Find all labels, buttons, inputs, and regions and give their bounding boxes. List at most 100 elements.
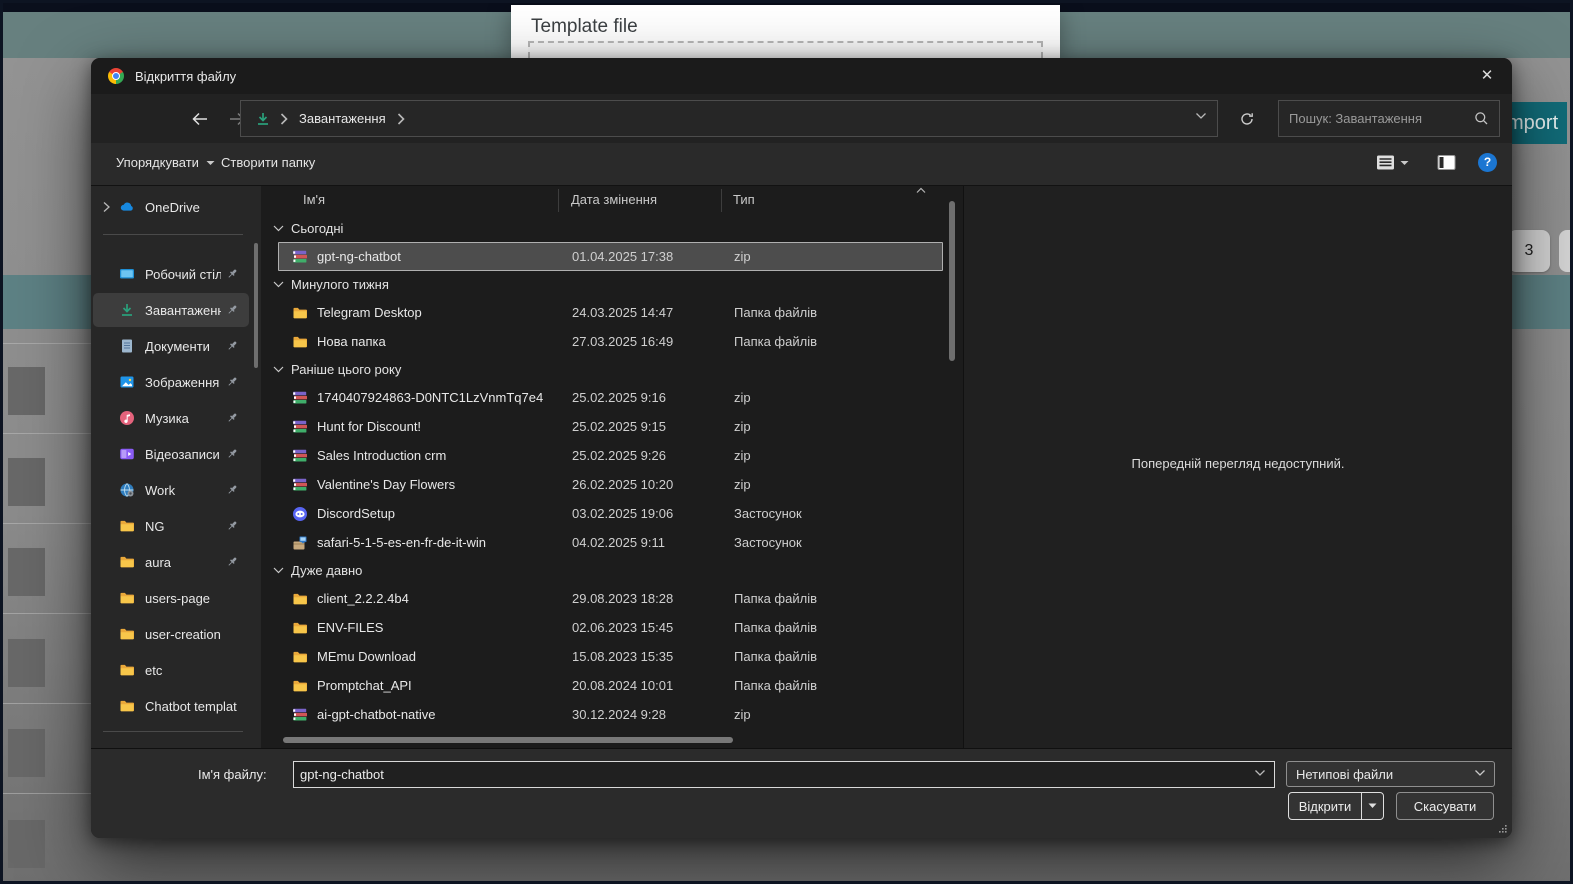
sidebar-item-0-onedrive[interactable]: OneDrive xyxy=(93,190,249,224)
file-row[interactable]: ENV-FILES02.06.2023 15:45Папка файлів xyxy=(278,613,943,642)
filename-input[interactable] xyxy=(300,762,1240,787)
file-date-modified: 30.12.2024 9:28 xyxy=(572,707,666,722)
column-header-name[interactable]: Ім'я xyxy=(303,192,325,207)
file-row[interactable]: Hunt for Discount!25.02.2025 9:15zip xyxy=(278,412,943,441)
file-type: Папка файлів xyxy=(734,678,817,693)
chevron-down-icon[interactable] xyxy=(273,225,287,232)
group-label: Дуже давно xyxy=(291,563,362,578)
folder-file-icon xyxy=(292,620,308,636)
open-button[interactable]: Відкрити xyxy=(1288,792,1384,820)
column-header-type[interactable]: Тип xyxy=(733,192,755,207)
file-date-modified: 25.02.2025 9:16 xyxy=(572,390,666,405)
file-date-modified: 27.03.2025 16:49 xyxy=(572,334,673,349)
view-mode-icon[interactable] xyxy=(1376,154,1395,171)
pin-icon xyxy=(225,447,239,461)
address-dropdown-chevron[interactable] xyxy=(1195,112,1207,120)
file-type: Папка файлів xyxy=(734,334,817,349)
chevron-down-icon[interactable] xyxy=(1254,769,1266,777)
discord-file-icon xyxy=(292,506,308,522)
file-row[interactable]: client_2.2.2.4b429.08.2023 18:28Папка фа… xyxy=(278,584,943,613)
file-row[interactable]: Valentine's Day Flowers26.02.2025 10:20z… xyxy=(278,470,943,499)
pagination-page-partial xyxy=(1559,230,1573,272)
sidebar-item-7-work[interactable]: Work xyxy=(93,473,249,507)
group-header[interactable]: Минулого тижня xyxy=(268,271,961,298)
chevron-down-icon[interactable] xyxy=(273,366,287,373)
file-row[interactable]: MEmu Download15.08.2023 15:35Папка файлі… xyxy=(278,642,943,671)
sidebar-item-label: Work xyxy=(145,483,221,498)
column-divider[interactable] xyxy=(558,189,559,212)
sidebar-item-10-folder[interactable]: users-page xyxy=(93,581,249,615)
chevron-down-icon[interactable] xyxy=(273,281,287,288)
sidebar-scrollbar[interactable] xyxy=(254,243,258,368)
file-drop-zone[interactable] xyxy=(528,41,1043,58)
file-row[interactable]: Sales Introduction crm25.02.2025 9:26zip xyxy=(278,441,943,470)
pin-icon xyxy=(225,339,239,353)
help-icon[interactable]: ? xyxy=(1478,153,1497,172)
folder-file-icon xyxy=(292,305,308,321)
file-type: zip xyxy=(734,707,751,722)
file-row[interactable]: Нова папка 27.03.2025 16:49 Папка файлів xyxy=(278,327,943,356)
background-row-thumbnail xyxy=(8,367,45,415)
filetype-dropdown[interactable]: Нетипові файли xyxy=(1286,761,1495,787)
new-folder-button[interactable]: Створити папку xyxy=(221,155,315,170)
cancel-button[interactable]: Скасувати xyxy=(1396,792,1494,820)
view-mode-chevron[interactable] xyxy=(1400,160,1409,166)
sidebar-item-12-folder[interactable]: etc xyxy=(93,653,249,687)
group-header[interactable]: Раніше цього року xyxy=(268,356,961,383)
file-type: Застосунок xyxy=(734,506,802,521)
preview-pane-toggle-icon[interactable] xyxy=(1437,154,1456,171)
file-type: Папка файлів xyxy=(734,620,817,635)
file-name: gpt-ng-chatbot xyxy=(317,249,401,264)
navigation-sidebar: OneDrive Робочий стілЗавантаженняДокумент… xyxy=(91,186,261,748)
rar-file-icon xyxy=(292,477,308,493)
pin-icon xyxy=(225,519,239,533)
address-bar[interactable]: Завантаження xyxy=(240,100,1218,137)
file-row[interactable]: Telegram Desktop24.03.2025 14:47Папка фа… xyxy=(278,298,943,327)
file-row[interactable]: gpt-ng-chatbot01.04.2025 17:38zip xyxy=(278,242,943,271)
pin-icon xyxy=(225,555,239,569)
breadcrumb-folder[interactable]: Завантаження xyxy=(299,111,386,126)
sidebar-item-5-music[interactable]: Музика xyxy=(93,401,249,435)
search-icon[interactable] xyxy=(1474,111,1489,126)
file-name: Нова папка xyxy=(317,334,386,349)
resize-grip[interactable] xyxy=(1497,823,1507,833)
file-type: Папка файлів xyxy=(734,649,817,664)
dialog-body: OneDrive Робочий стілЗавантаженняДокумент… xyxy=(91,186,1512,748)
sidebar-item-11-folder[interactable]: user-creation xyxy=(93,617,249,651)
group-header[interactable]: Дуже давно xyxy=(268,557,961,584)
back-button[interactable] xyxy=(188,107,212,131)
sidebar-item-1-desktop[interactable]: Робочий стіл xyxy=(93,257,249,291)
file-row[interactable]: Promptchat_API20.08.2024 10:01Папка файл… xyxy=(278,671,943,700)
sidebar-item-9-folder[interactable]: aura xyxy=(93,545,249,579)
sidebar-item-3-documents[interactable]: Документи xyxy=(93,329,249,363)
documents-icon xyxy=(119,338,135,354)
search-input[interactable] xyxy=(1289,101,1467,136)
close-icon[interactable]: ✕ xyxy=(1478,67,1496,85)
chevron-down-icon[interactable] xyxy=(273,567,287,574)
column-header-date[interactable]: Дата змінення xyxy=(571,192,657,207)
organize-button[interactable]: Упорядкувати xyxy=(116,155,215,170)
sidebar-item-13-folder[interactable]: Chatbot templat xyxy=(93,689,249,723)
vertical-scrollbar[interactable] xyxy=(949,186,955,748)
refresh-icon[interactable] xyxy=(1234,106,1260,132)
folder-file-icon xyxy=(292,591,308,607)
sidebar-item-2-downloads[interactable]: Завантаження xyxy=(93,293,249,327)
column-divider[interactable] xyxy=(721,189,722,212)
horizontal-scrollbar[interactable] xyxy=(268,737,961,743)
downloads-icon xyxy=(255,111,271,127)
sidebar-divider xyxy=(103,234,243,235)
breadcrumb-chevron-icon[interactable] xyxy=(396,111,406,127)
file-row[interactable]: safari-5-1-5-es-en-fr-de-it-win04.02.202… xyxy=(278,528,943,557)
open-options-chevron[interactable] xyxy=(1362,803,1383,809)
file-row[interactable]: ai-gpt-chatbot-native30.12.2024 9:28zip xyxy=(278,700,943,729)
sidebar-item-6-videos[interactable]: Відеозаписи xyxy=(93,437,249,471)
file-row[interactable]: 1740407924863-D0NTC1LzVnmTq7e425.02.2025… xyxy=(278,383,943,412)
sidebar-item-4-pictures[interactable]: Зображення xyxy=(93,365,249,399)
file-date-modified: 15.08.2023 15:35 xyxy=(572,649,673,664)
group-header[interactable]: Сьогодні xyxy=(268,215,961,242)
file-row[interactable]: DiscordSetup03.02.2025 19:06Застосунок xyxy=(278,499,943,528)
sidebar-item-8-folder[interactable]: NG xyxy=(93,509,249,543)
file-type: zip xyxy=(734,249,751,264)
expand-chevron-icon[interactable] xyxy=(93,201,119,213)
pagination-page-3[interactable]: 3 xyxy=(1508,230,1550,272)
